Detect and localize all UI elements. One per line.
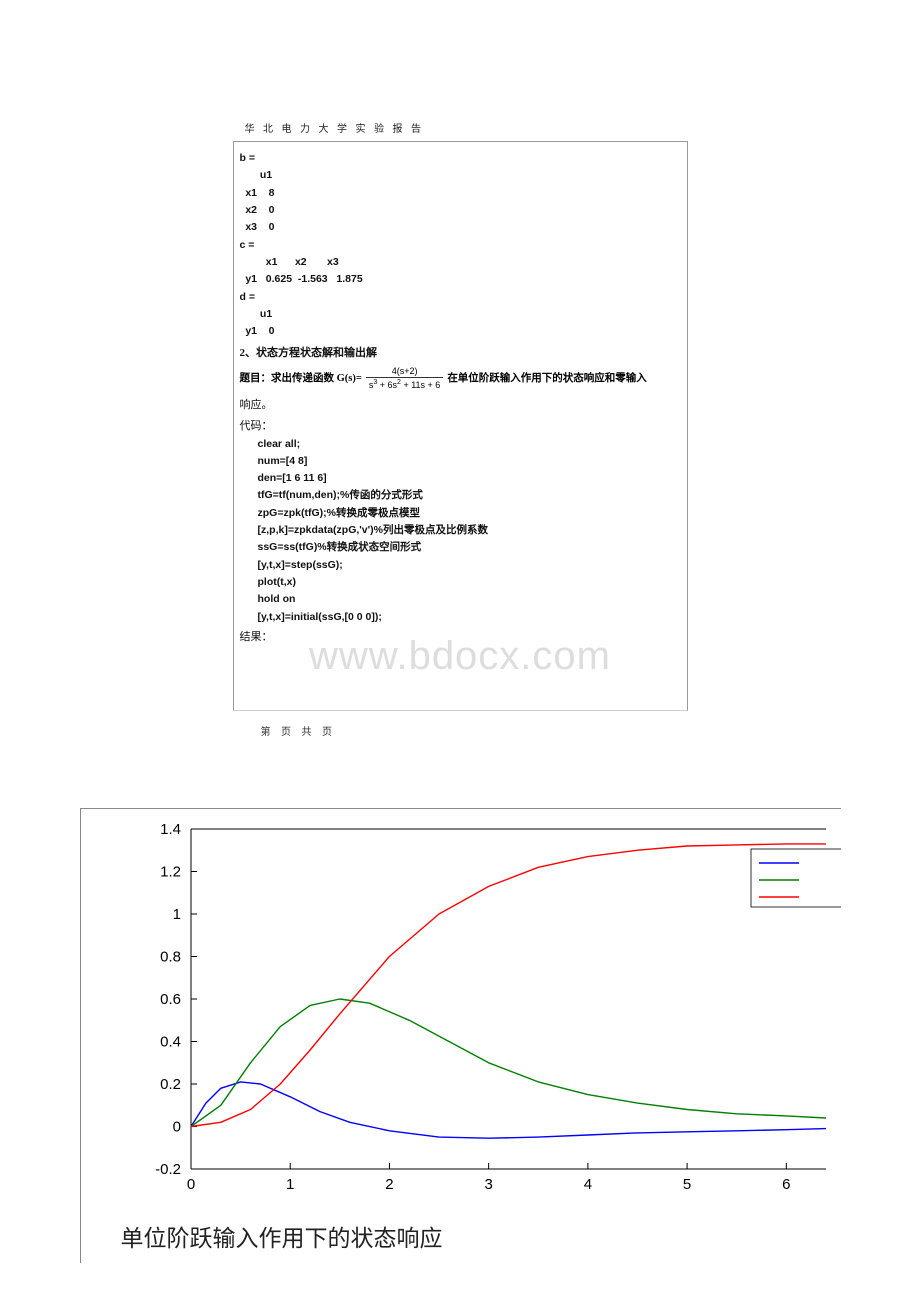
response-label: 响应。 [240, 396, 681, 415]
code-line-2: num=[4 8] [240, 453, 681, 470]
chart-svg: -0.2 0 0.2 0.4 0.6 0.8 1 1.2 1.4 0 1 2 3 4 5 6 [81, 809, 841, 1209]
svg-text:2: 2 [385, 1176, 393, 1193]
svg-text:1: 1 [172, 906, 180, 923]
svg-text:4: 4 [583, 1176, 591, 1193]
code-line-1: clear all; [240, 436, 681, 453]
code-line-10: hold on [240, 591, 681, 608]
svg-text:6: 6 [782, 1176, 790, 1193]
report-box: b = u1 x1 8 x2 0 x3 0 c = x1 x2 x3 y1 0.… [233, 141, 688, 711]
matrix-b-row1: x1 8 [240, 185, 681, 202]
svg-text:-0.2: -0.2 [155, 1161, 181, 1178]
matrix-b-header: u1 [240, 167, 681, 184]
matrix-b-row3: x3 0 [240, 219, 681, 236]
den-6s: + 6s [377, 380, 397, 390]
den-rest: + 11s + 6 [401, 380, 440, 390]
svg-text:1: 1 [286, 1176, 294, 1193]
matrix-d-eq: d = [240, 289, 681, 306]
matrix-d-row1: y1 0 [240, 323, 681, 340]
code-line-9: plot(t,x) [240, 574, 681, 591]
matrix-c-header: x1 x2 x3 [240, 254, 681, 271]
state-response-chart: -0.2 0 0.2 0.4 0.6 0.8 1 1.2 1.4 0 1 2 3 4 5 6 [81, 809, 841, 1209]
code-line-6: [z,p,k]=zpkdata(zpG,'v')%列出零极点及比例系数 [240, 522, 681, 539]
problem-line: 题目：求出传递函数 G(s)= 4(s+2) s3 + 6s2 + 11s + … [240, 367, 681, 390]
figure-caption: 单位阶跃输入作用下的状态响应 [81, 1209, 841, 1263]
matrix-b-row2: x2 0 [240, 202, 681, 219]
figure-container: -0.2 0 0.2 0.4 0.6 0.8 1 1.2 1.4 0 1 2 3 4 5 6 单位阶跃输入作用… [80, 808, 841, 1263]
svg-text:3: 3 [484, 1176, 492, 1193]
report-page: 华 北 电 力 大 学 实 验 报 告 b = u1 x1 8 x2 0 x3 … [233, 120, 688, 738]
report-footer: 第 页 共 页 [261, 723, 688, 738]
matrix-c-row1: y1 0.625 -1.563 1.875 [240, 271, 681, 288]
code-line-7: ssG=ss(tfG)%转换成状态空间形式 [240, 539, 681, 556]
code-line-3: den=[1 6 11 6] [240, 470, 681, 487]
svg-text:0: 0 [186, 1176, 194, 1193]
svg-text:0.6: 0.6 [160, 991, 181, 1008]
fraction-numerator: 4(s+2) [366, 367, 443, 378]
matrix-b-eq: b = [240, 150, 681, 167]
problem-suffix: 在单位阶跃输入作用下的状态响应和零输入 [447, 370, 647, 388]
result-label: 结果： [240, 628, 681, 647]
svg-text:0.2: 0.2 [160, 1076, 181, 1093]
svg-text:0: 0 [172, 1119, 180, 1136]
svg-text:1.4: 1.4 [160, 821, 181, 838]
svg-text:0.8: 0.8 [160, 949, 181, 966]
code-line-11: [y,t,x]=initial(ssG,[0 0 0]); [240, 609, 681, 626]
section-2-title: 2、状态方程状态解和输出解 [240, 344, 681, 363]
code-label: 代码： [240, 417, 681, 436]
report-header: 华 北 电 力 大 学 实 验 报 告 [245, 120, 688, 135]
svg-text:0.4: 0.4 [160, 1034, 181, 1051]
matrix-c-eq: c = [240, 237, 681, 254]
svg-text:5: 5 [682, 1176, 690, 1193]
svg-text:1.2: 1.2 [160, 864, 181, 881]
transfer-function-fraction: 4(s+2) s3 + 6s2 + 11s + 6 [366, 367, 443, 390]
problem-prefix: 题目：求出传递函数 G(s)= [240, 370, 362, 388]
fraction-denominator: s3 + 6s2 + 11s + 6 [366, 378, 443, 390]
matrix-d-header: u1 [240, 306, 681, 323]
code-line-5: zpG=zpk(tfG);%转换成零极点模型 [240, 505, 681, 522]
code-line-8: [y,t,x]=step(ssG); [240, 557, 681, 574]
code-line-4: tfG=tf(num,den);%传函的分式形式 [240, 487, 681, 504]
